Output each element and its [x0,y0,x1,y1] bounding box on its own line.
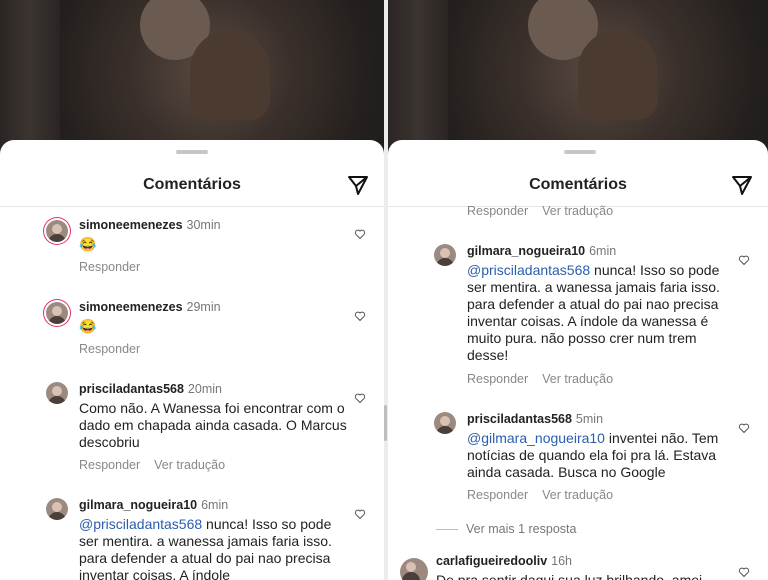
send-icon[interactable] [346,173,370,197]
reply-button[interactable]: Responder [79,260,140,274]
photo-background [0,0,60,160]
comment-actions: Responder [79,260,154,274]
comment-username[interactable]: gilmara_nogueira10 6min [467,244,616,258]
comment-text: 😂 [79,236,97,252]
heart-icon[interactable] [354,392,366,404]
left-screenshot: Comentários simoneemenezes 30min 😂 Respon… [0,0,384,580]
post-photo [388,0,768,160]
comment-time: 5min [575,412,604,426]
heart-icon[interactable] [738,422,750,434]
comment-username[interactable]: prisciladantas568 5min [467,412,603,426]
comment-time: 6min [589,244,617,258]
comment-time: 29min [186,300,221,314]
divider [436,529,458,531]
comment-actions: Responder Ver tradução [79,458,239,472]
avatar[interactable] [46,498,68,520]
comment-time: 16h [551,554,573,568]
comment-text: 😂 [79,318,97,334]
comment-actions: Responder Ver tradução [467,488,627,502]
comments-header: Comentários [0,170,384,200]
photo-person [190,30,270,120]
send-icon[interactable] [730,173,754,197]
heart-icon[interactable] [354,508,366,520]
avatar[interactable] [434,412,456,434]
heart-icon[interactable] [354,228,366,240]
avatar[interactable] [46,302,68,324]
comment-username[interactable]: simoneemenezes 30min [79,218,221,232]
comment-actions: Responder [79,342,154,356]
comment-time: 6min [201,498,229,512]
comment-username[interactable]: carlafigueiredooliv 16h [436,554,572,568]
page-title: Comentários [143,176,241,193]
translate-link[interactable]: Ver tradução [542,488,613,502]
scrollbar[interactable] [384,405,387,441]
comment-actions: Responder Ver tradução [467,204,627,218]
comment-text: De pra sentir daqui sua luz brilhando, a… [436,572,703,580]
reply-button[interactable]: Responder [467,204,528,218]
comments-sheet: Comentários Responder Ver tradução gilmar… [388,140,768,580]
mention-link[interactable]: @gilmara_nogueira10 [467,430,605,446]
mention-link[interactable]: @prisciladantas568 [467,262,590,278]
heart-icon[interactable] [354,310,366,322]
translate-link[interactable]: Ver tradução [542,204,613,218]
comment-time: 20min [187,382,222,396]
comments-sheet: Comentários simoneemenezes 30min 😂 Respon… [0,140,384,580]
heart-icon[interactable] [738,566,750,578]
comment-username[interactable]: prisciladantas568 20min [79,382,222,396]
view-more-replies[interactable]: Ver mais 1 resposta [436,522,576,536]
comment-text: @prisciladantas568 nunca! Isso so pode s… [79,516,332,580]
comment-text: @prisciladantas568 nunca! Isso so pode s… [467,262,720,363]
reply-button[interactable]: Responder [79,458,140,472]
comment-time: 30min [186,218,221,232]
drag-handle[interactable] [564,150,596,154]
heart-icon[interactable] [738,254,750,266]
comment-text: Como não. A Wanessa foi encontrar com o … [79,400,347,450]
comment-username[interactable]: gilmara_nogueira10 6min [79,498,228,512]
reply-button[interactable]: Responder [467,488,528,502]
photo-background [388,0,448,160]
translate-link[interactable]: Ver tradução [154,458,225,472]
translate-link[interactable]: Ver tradução [542,372,613,386]
drag-handle[interactable] [176,150,208,154]
comment-actions: Responder Ver tradução [467,372,627,386]
reply-button[interactable]: Responder [467,372,528,386]
comments-header: Comentários [388,170,768,200]
avatar[interactable] [46,382,68,404]
page-title: Comentários [529,176,627,193]
comment-username[interactable]: simoneemenezes 29min [79,300,221,314]
photo-person [578,30,658,120]
reply-button[interactable]: Responder [79,342,140,356]
right-screenshot: Comentários Responder Ver tradução gilmar… [388,0,768,580]
post-photo [0,0,384,160]
mention-link[interactable]: @prisciladantas568 [79,516,202,532]
avatar[interactable] [46,220,68,242]
divider [0,206,384,207]
avatar[interactable] [434,244,456,266]
comment-text: @gilmara_nogueira10 inventei não. Tem no… [467,430,719,480]
avatar[interactable] [400,558,428,580]
